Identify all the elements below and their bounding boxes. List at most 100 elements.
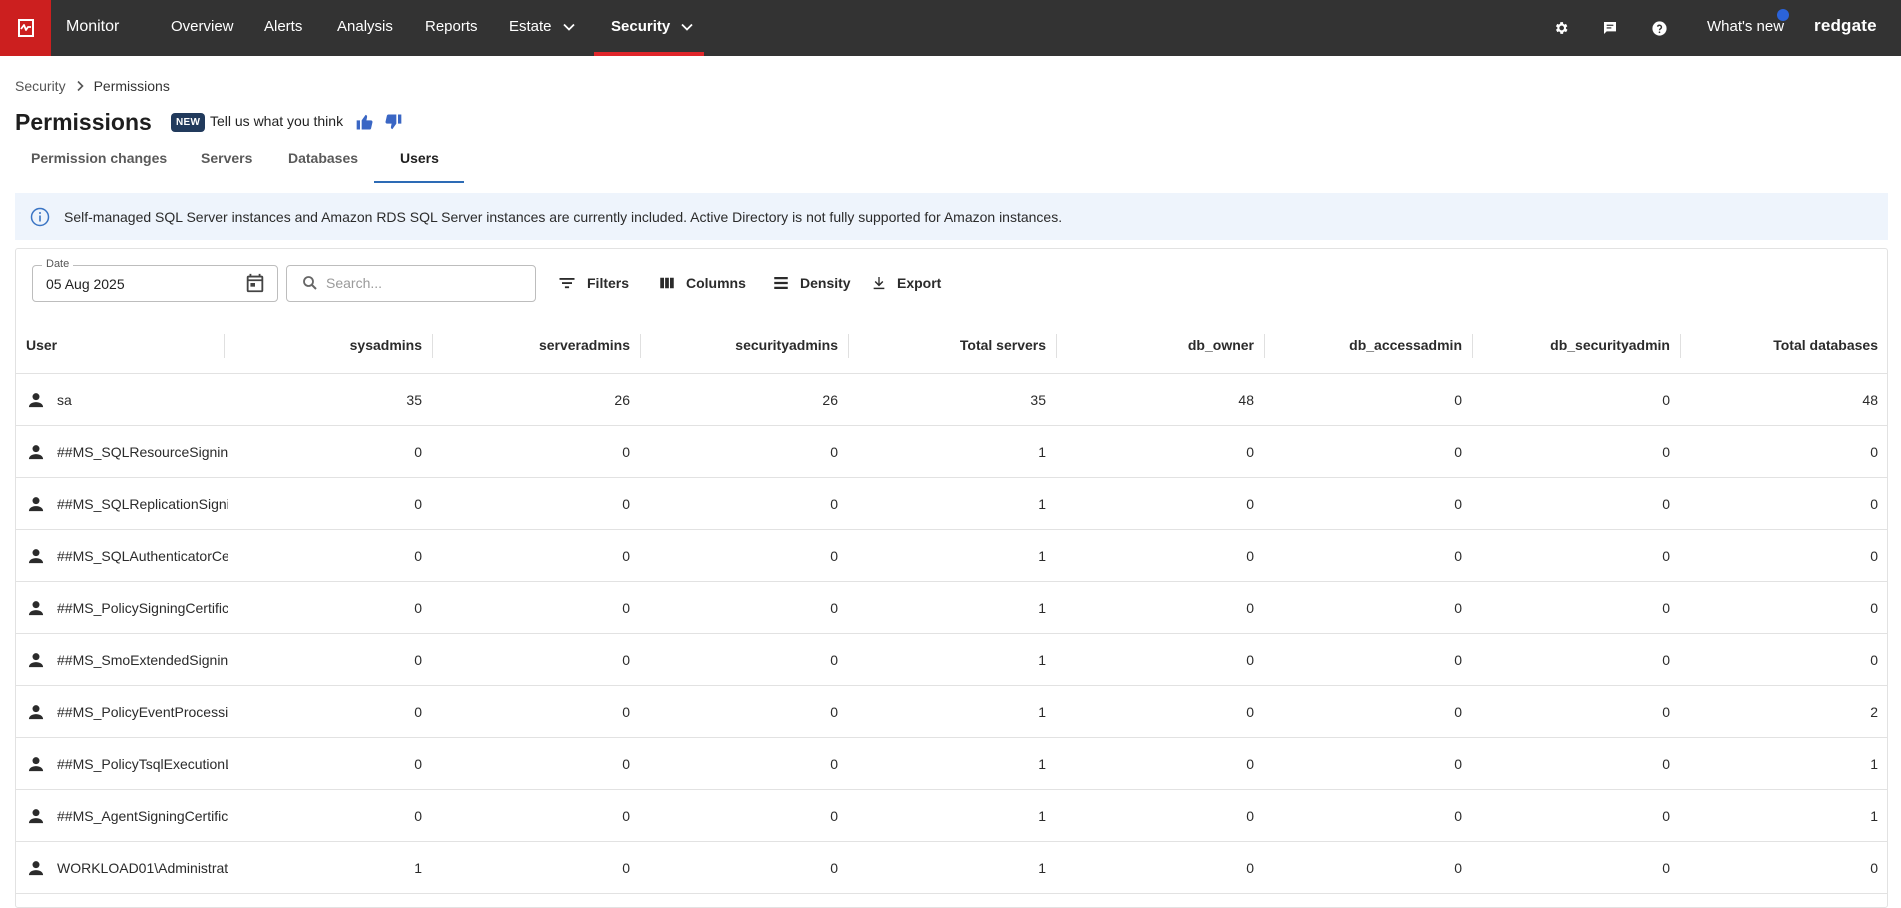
cell-serveradmins: 0 bbox=[622, 652, 630, 668]
breadcrumb: Security Permissions bbox=[15, 77, 170, 95]
table-row[interactable]: ##MS_SQLReplicationSigningCertificate## 0… bbox=[16, 478, 1887, 530]
whats-new-link[interactable]: What's new bbox=[1707, 0, 1784, 56]
table-row[interactable]: ##MS_SQLResourceSigningCertificate## 0 0 0 1… bbox=[16, 426, 1887, 478]
person-icon bbox=[26, 494, 46, 514]
cell-total-servers: 35 bbox=[1030, 392, 1046, 408]
table-row[interactable]: WORKLOAD01\Administrator 1 0 0 1 0 0 0 0 bbox=[16, 842, 1887, 894]
cell-total-databases: 1 bbox=[1870, 808, 1878, 824]
column-separator[interactable] bbox=[1680, 334, 1681, 358]
table-row[interactable]: ##MS_PolicySigningCertificate## 0 0 0 1 0 0 0 0 bbox=[16, 582, 1887, 634]
column-header-serveradmins[interactable]: serveradmins bbox=[432, 324, 630, 374]
column-separator[interactable] bbox=[848, 334, 849, 358]
cell-db-accessadmin: 0 bbox=[1454, 756, 1462, 772]
person-icon bbox=[26, 702, 46, 722]
user-cell[interactable]: ##MS_SmoExtendedSigningCertificate## bbox=[26, 634, 228, 686]
user-cell[interactable]: sa bbox=[26, 374, 228, 426]
column-separator[interactable] bbox=[1472, 334, 1473, 358]
app-name[interactable]: Monitor bbox=[66, 0, 119, 56]
column-header-sysadmins[interactable]: sysadmins bbox=[224, 324, 422, 374]
table-row[interactable]: ##MS_SQLAuthenticatorCertificate## 0 0 0 1 0 0… bbox=[16, 530, 1887, 582]
cell-db-accessadmin: 0 bbox=[1454, 392, 1462, 408]
nav-item-estate-label: Estate bbox=[509, 18, 552, 35]
cell-total-databases: 0 bbox=[1870, 860, 1878, 876]
cell-db-securityadmin: 0 bbox=[1662, 444, 1670, 460]
export-button[interactable]: Export bbox=[871, 268, 941, 298]
column-separator[interactable] bbox=[224, 334, 225, 358]
column-separator[interactable] bbox=[1056, 334, 1057, 358]
table-row[interactable]: ##MS_AgentSigningCertificate## 0 0 0 1 0 0 0 1 bbox=[16, 790, 1887, 842]
column-separator[interactable] bbox=[432, 334, 433, 358]
breadcrumb-security-link[interactable]: Security bbox=[15, 78, 66, 94]
table-row[interactable]: ##MS_SmoExtendedSigningCertificate## 0 0 0 1… bbox=[16, 634, 1887, 686]
cell-sysadmins: 0 bbox=[414, 704, 422, 720]
chevron-down-icon bbox=[563, 23, 575, 31]
density-button-label: Density bbox=[800, 275, 851, 291]
user-cell[interactable]: WORKLOAD01\Administrator bbox=[26, 842, 228, 894]
nav-item-security[interactable]: Security bbox=[611, 0, 694, 56]
person-icon bbox=[26, 546, 46, 566]
user-cell[interactable]: ##MS_SQLAuthenticatorCertificate## bbox=[26, 530, 228, 582]
column-header-total-servers[interactable]: Total servers bbox=[848, 324, 1046, 374]
column-header-securityadmins[interactable]: securityadmins bbox=[640, 324, 838, 374]
nav-item-reports[interactable]: Reports bbox=[425, 0, 478, 56]
column-header-total-databases[interactable]: Total databases bbox=[1680, 324, 1878, 374]
tab-servers[interactable]: Servers bbox=[201, 143, 252, 183]
cell-total-servers: 1 bbox=[1038, 860, 1046, 876]
search-input[interactable] bbox=[326, 271, 526, 295]
help-question-icon[interactable] bbox=[1648, 17, 1670, 39]
column-header-db-securityadmin[interactable]: db_securityadmin bbox=[1472, 324, 1670, 374]
user-name: ##MS_PolicyTsqlExecutionLogin## bbox=[57, 756, 228, 772]
active-nav-indicator bbox=[594, 52, 704, 56]
table-header-row: User sysadmins serveradmins securityadmi… bbox=[16, 324, 1887, 374]
columns-icon bbox=[658, 274, 676, 292]
tab-permission-changes[interactable]: Permission changes bbox=[31, 143, 167, 183]
tab-users[interactable]: Users bbox=[400, 143, 439, 183]
cell-db-owner: 48 bbox=[1238, 392, 1254, 408]
nav-item-analysis[interactable]: Analysis bbox=[337, 0, 393, 56]
user-cell[interactable]: ##MS_SQLResourceSigningCertificate## bbox=[26, 426, 228, 478]
user-cell[interactable]: ##MS_PolicyEventProcessingLogin## bbox=[26, 686, 228, 738]
density-button[interactable]: Density bbox=[772, 268, 851, 298]
column-separator[interactable] bbox=[640, 334, 641, 358]
feedback-chat-icon[interactable] bbox=[1599, 17, 1621, 39]
user-cell[interactable]: ##MS_SQLReplicationSigningCertificate## bbox=[26, 478, 228, 530]
cell-total-servers: 1 bbox=[1038, 548, 1046, 564]
date-field-label: Date bbox=[42, 258, 74, 270]
thumbs-up-icon[interactable] bbox=[354, 111, 376, 133]
cell-total-databases: 0 bbox=[1870, 652, 1878, 668]
nav-item-estate[interactable]: Estate bbox=[509, 0, 576, 56]
thumbs-down-icon[interactable] bbox=[382, 111, 404, 133]
filters-button[interactable]: Filters bbox=[557, 268, 629, 298]
cell-total-databases: 0 bbox=[1870, 600, 1878, 616]
cell-total-servers: 1 bbox=[1038, 652, 1046, 668]
columns-button[interactable]: Columns bbox=[658, 268, 746, 298]
column-separator[interactable] bbox=[1264, 334, 1265, 358]
nav-item-overview[interactable]: Overview bbox=[171, 0, 234, 56]
nav-item-alerts[interactable]: Alerts bbox=[264, 0, 302, 56]
cell-sysadmins: 1 bbox=[414, 860, 422, 876]
table-row[interactable]: ##MS_PolicyTsqlExecutionLogin## 0 0 0 1 0 0 0 1 bbox=[16, 738, 1887, 790]
date-value[interactable]: 05 Aug 2025 bbox=[46, 276, 125, 292]
user-name: ##MS_SQLAuthenticatorCertificate## bbox=[57, 548, 228, 564]
column-header-db-owner[interactable]: db_owner bbox=[1056, 324, 1254, 374]
settings-gear-icon[interactable] bbox=[1550, 17, 1572, 39]
user-cell[interactable]: ##MS_PolicySigningCertificate## bbox=[26, 582, 228, 634]
table-row[interactable]: sa 35 26 26 35 48 0 0 48 bbox=[16, 374, 1887, 426]
cell-securityadmins: 0 bbox=[830, 548, 838, 564]
redgate-brand-logo: redgate bbox=[1814, 16, 1877, 35]
calendar-icon[interactable] bbox=[244, 272, 266, 297]
user-cell[interactable]: ##MS_AgentSigningCertificate## bbox=[26, 790, 228, 842]
table-row[interactable]: ##MS_PolicyEventProcessingLogin## 0 0 0 1 0 0 0… bbox=[16, 686, 1887, 738]
cell-securityadmins: 0 bbox=[830, 444, 838, 460]
cell-db-owner: 0 bbox=[1246, 444, 1254, 460]
density-lines-icon bbox=[772, 274, 790, 292]
cell-db-accessadmin: 0 bbox=[1454, 652, 1462, 668]
monitor-logo-icon[interactable] bbox=[0, 0, 51, 56]
user-name: ##MS_PolicyEventProcessingLogin## bbox=[57, 704, 228, 720]
cell-db-securityadmin: 0 bbox=[1662, 652, 1670, 668]
column-header-db-accessadmin[interactable]: db_accessadmin bbox=[1264, 324, 1462, 374]
column-header-user[interactable]: User bbox=[26, 324, 57, 374]
tab-databases[interactable]: Databases bbox=[288, 143, 358, 183]
user-name: ##MS_SQLReplicationSigningCertificate## bbox=[57, 496, 228, 512]
user-cell[interactable]: ##MS_PolicyTsqlExecutionLogin## bbox=[26, 738, 228, 790]
